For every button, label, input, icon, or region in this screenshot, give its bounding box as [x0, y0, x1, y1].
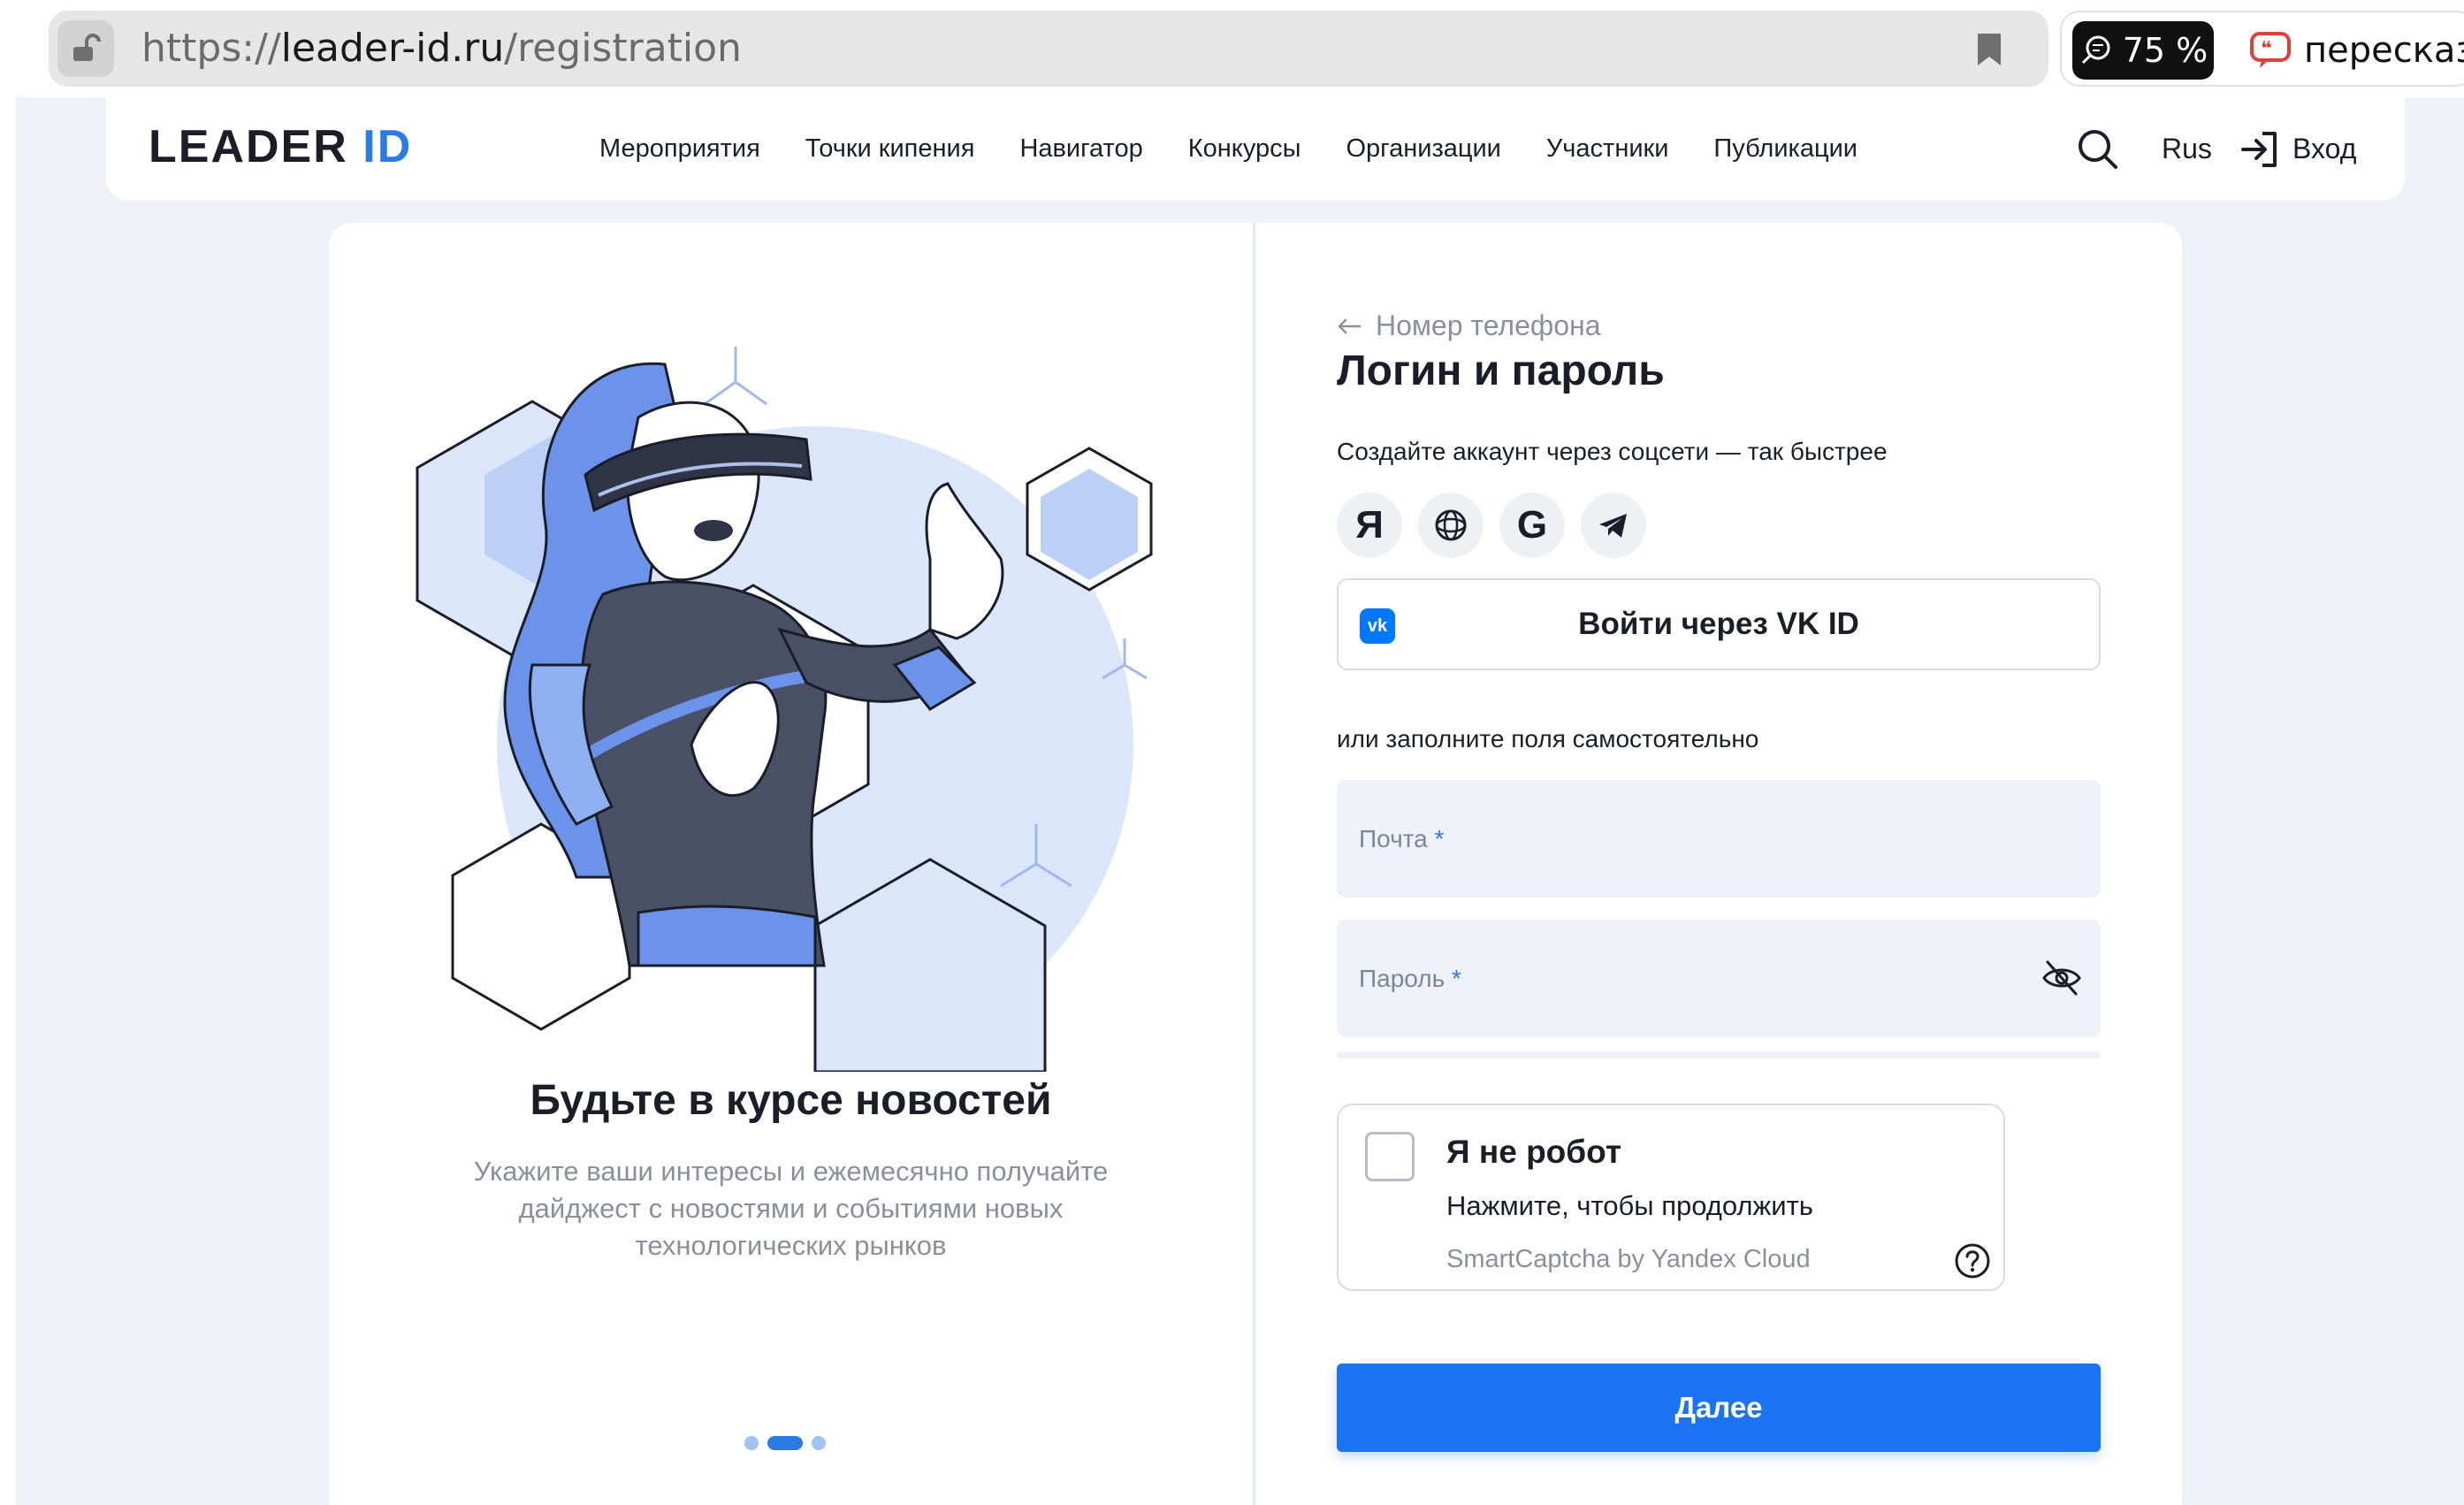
window-edge [0, 97, 16, 1505]
nav-item-events[interactable]: Мероприятия [599, 134, 760, 164]
arrow-left-icon [1338, 318, 1362, 333]
or-label: или заполните поля самостоятельно [1337, 725, 1759, 752]
nav-item-contests[interactable]: Конкурсы [1188, 134, 1301, 164]
language-switch[interactable]: Rus [2162, 97, 2212, 201]
bookmark-icon[interactable] [1976, 32, 2002, 72]
nav-item-participants[interactable]: Участники [1546, 134, 1669, 164]
retell-label: пересказат [2304, 30, 2464, 71]
carousel-dot[interactable] [744, 1436, 759, 1450]
carousel-dot[interactable] [812, 1436, 826, 1450]
telegram-login-button[interactable] [1581, 493, 1646, 558]
card-divider [1253, 223, 1255, 1505]
back-label: Номер телефона [1376, 309, 1601, 341]
form-title: Логин и пароль [1337, 348, 1665, 394]
promo-text: Укажите ваши интересы и ежемесячно получ… [473, 1156, 1109, 1261]
openid-login-button[interactable] [1418, 493, 1484, 558]
back-to-phone-link[interactable]: Номер телефона [1337, 309, 1600, 342]
main-nav: Мероприятия Точки кипения Навигатор Конк… [599, 97, 1858, 201]
login-button[interactable]: Вход [2239, 97, 2356, 201]
svg-text:❝: ❝ [2261, 38, 2272, 60]
site-info-lock-icon[interactable] [57, 20, 114, 77]
login-icon [2241, 131, 2277, 167]
yandex-icon: Я [1355, 503, 1384, 546]
zoom-button[interactable]: 75 % [2072, 21, 2214, 80]
password-label: Пароль * [1359, 965, 1461, 992]
carousel-dot-active[interactable] [767, 1436, 803, 1450]
email-field[interactable]: Почта * [1337, 780, 2101, 898]
registration-card: Будьте в курсе новостей Укажите ваши инт… [329, 223, 2182, 1505]
carousel-dots [744, 1436, 826, 1450]
login-label: Вход [2292, 133, 2357, 164]
site-logo[interactable]: LEADER ID [149, 120, 412, 173]
promo-title: Будьте в курсе новостей [530, 1077, 1052, 1124]
nav-item-points[interactable]: Точки кипения [805, 134, 975, 164]
google-login-button[interactable]: G [1499, 493, 1565, 558]
vk-id-login-button[interactable]: vk Войти через VK ID [1337, 578, 2101, 670]
captcha-checkbox[interactable] [1365, 1132, 1415, 1181]
browser-toolbar: https://leader-id.ru/registration 75 % ❝… [0, 0, 2464, 97]
quote-bubble-icon: ❝ [2250, 32, 2291, 68]
help-icon[interactable] [1954, 1242, 1991, 1284]
url-text[interactable]: https://leader-id.ru/registration [141, 11, 742, 87]
address-bar[interactable]: https://leader-id.ru/registration [49, 11, 2048, 87]
telegram-icon [1599, 514, 1627, 538]
yandex-login-button[interactable]: Я [1337, 493, 1402, 558]
captcha-subtitle: Нажмите, чтобы продолжить [1446, 1190, 1813, 1221]
password-field[interactable]: Пароль * [1337, 920, 2101, 1037]
vk-button-label: Войти через VK ID [1578, 607, 1859, 641]
captcha-widget: Я не робот Нажмите, чтобы продолжить Sma… [1337, 1104, 2005, 1291]
email-label: Почта * [1359, 825, 1445, 852]
search-bubble-icon [2081, 35, 2110, 65]
extension-area: 75 % ❝ пересказат [2060, 11, 2464, 87]
zoom-level: 75 % [2122, 31, 2208, 70]
nav-item-organizations[interactable]: Организации [1346, 134, 1500, 164]
retell-button[interactable]: ❝ пересказат [2249, 12, 2464, 88]
captcha-brand: SmartCaptcha by Yandex Cloud [1446, 1245, 1811, 1273]
nav-item-publications[interactable]: Публикации [1713, 134, 1858, 164]
field-scroll-indicator [1337, 1051, 2101, 1058]
social-login-row: Я G [1337, 493, 1646, 558]
social-label: Создайте аккаунт через соцсети — так быс… [1337, 438, 1888, 465]
site-header: LEADER ID Мероприятия Точки кипения Нави… [106, 97, 2405, 201]
next-button[interactable]: Далее [1337, 1364, 2101, 1452]
search-icon[interactable] [2076, 127, 2120, 176]
vr-girl-illustration [400, 347, 1195, 1072]
openid-icon [1435, 509, 1467, 541]
eye-off-icon[interactable] [2041, 959, 2083, 1002]
nav-item-navigator[interactable]: Навигатор [1019, 134, 1142, 164]
google-icon: G [1516, 503, 1548, 546]
captcha-title: Я не робот [1446, 1134, 1621, 1170]
